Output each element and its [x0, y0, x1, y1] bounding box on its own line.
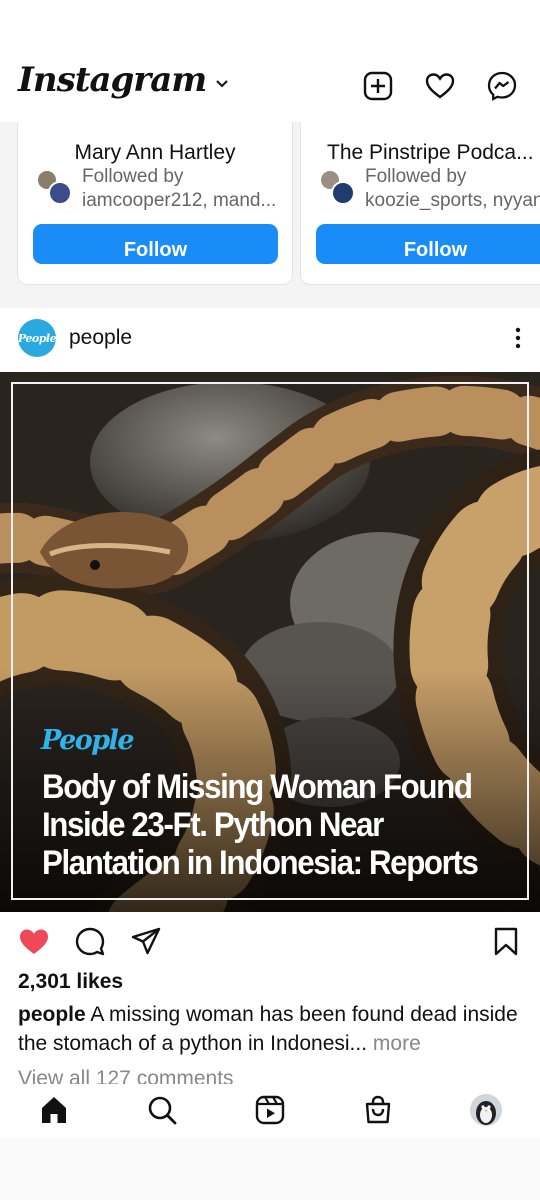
- view-comments-link[interactable]: View all 127 comments: [18, 1064, 234, 1084]
- system-gesture-area: [0, 1138, 540, 1200]
- post-actions: [0, 912, 540, 970]
- heart-icon[interactable]: [424, 70, 456, 102]
- add-post-icon[interactable]: [362, 70, 394, 102]
- image-headline: Body of Missing Woman Found Inside 23-Ft…: [42, 768, 479, 882]
- post-caption: people A missing woman has been found de…: [18, 1000, 528, 1058]
- bottom-nav: [0, 1086, 540, 1138]
- suggestion-card: Mary Ann Hartley Followed by iamcooper21…: [17, 122, 293, 285]
- follow-button[interactable]: Follow: [316, 224, 540, 264]
- profile-avatar[interactable]: [470, 1094, 502, 1126]
- shop-icon[interactable]: [362, 1094, 394, 1126]
- followed-by: Followed by iamcooper212, mand...: [36, 165, 286, 213]
- post-avatar[interactable]: People: [18, 319, 57, 357]
- followed-by-label: Followed by: [365, 166, 467, 187]
- followed-by-users: koozie_sports, nyyan: [365, 190, 540, 211]
- comment-icon[interactable]: [74, 926, 106, 956]
- app-header: Instagram: [0, 0, 540, 122]
- reels-icon[interactable]: [254, 1094, 286, 1126]
- suggested-accounts-carousel[interactable]: Mary Ann Hartley Followed by iamcooper21…: [0, 122, 540, 308]
- share-icon[interactable]: [130, 926, 162, 956]
- more-options-icon[interactable]: [514, 326, 522, 350]
- suggestion-card: The Pinstripe Podca... Followed by koozi…: [300, 122, 540, 285]
- followed-by-label: Followed by: [82, 166, 184, 187]
- suggestion-name[interactable]: Mary Ann Hartley: [18, 141, 292, 165]
- search-icon[interactable]: [146, 1094, 178, 1126]
- caption-text: A missing woman has been found dead insi…: [18, 1003, 518, 1055]
- penguin-avatar-icon: [470, 1094, 502, 1126]
- follow-button[interactable]: Follow: [33, 224, 278, 264]
- followed-by: Followed by koozie_sports, nyyan: [319, 165, 540, 213]
- instagram-logo: Instagram: [18, 60, 207, 100]
- people-brand-logo: People: [41, 725, 135, 756]
- home-icon[interactable]: [38, 1094, 70, 1126]
- mutual-avatars: [36, 169, 76, 209]
- mutual-avatars: [319, 169, 359, 209]
- followed-by-users: iamcooper212, mand...: [82, 190, 277, 211]
- save-icon[interactable]: [490, 926, 522, 956]
- post-image[interactable]: People Body of Missing Woman Found Insid…: [0, 372, 540, 912]
- post-username[interactable]: people: [69, 326, 132, 350]
- caption-more-link[interactable]: more: [373, 1032, 421, 1055]
- messenger-icon[interactable]: [486, 70, 518, 102]
- caption-username[interactable]: people: [18, 1003, 86, 1026]
- chevron-down-icon: [216, 80, 228, 88]
- post-header: People people: [0, 308, 540, 372]
- likes-count[interactable]: 2,301 likes: [18, 970, 123, 994]
- liked-heart-icon[interactable]: [18, 926, 50, 956]
- logo-switcher[interactable]: Instagram: [18, 60, 230, 100]
- suggestion-name[interactable]: The Pinstripe Podca...: [301, 141, 540, 165]
